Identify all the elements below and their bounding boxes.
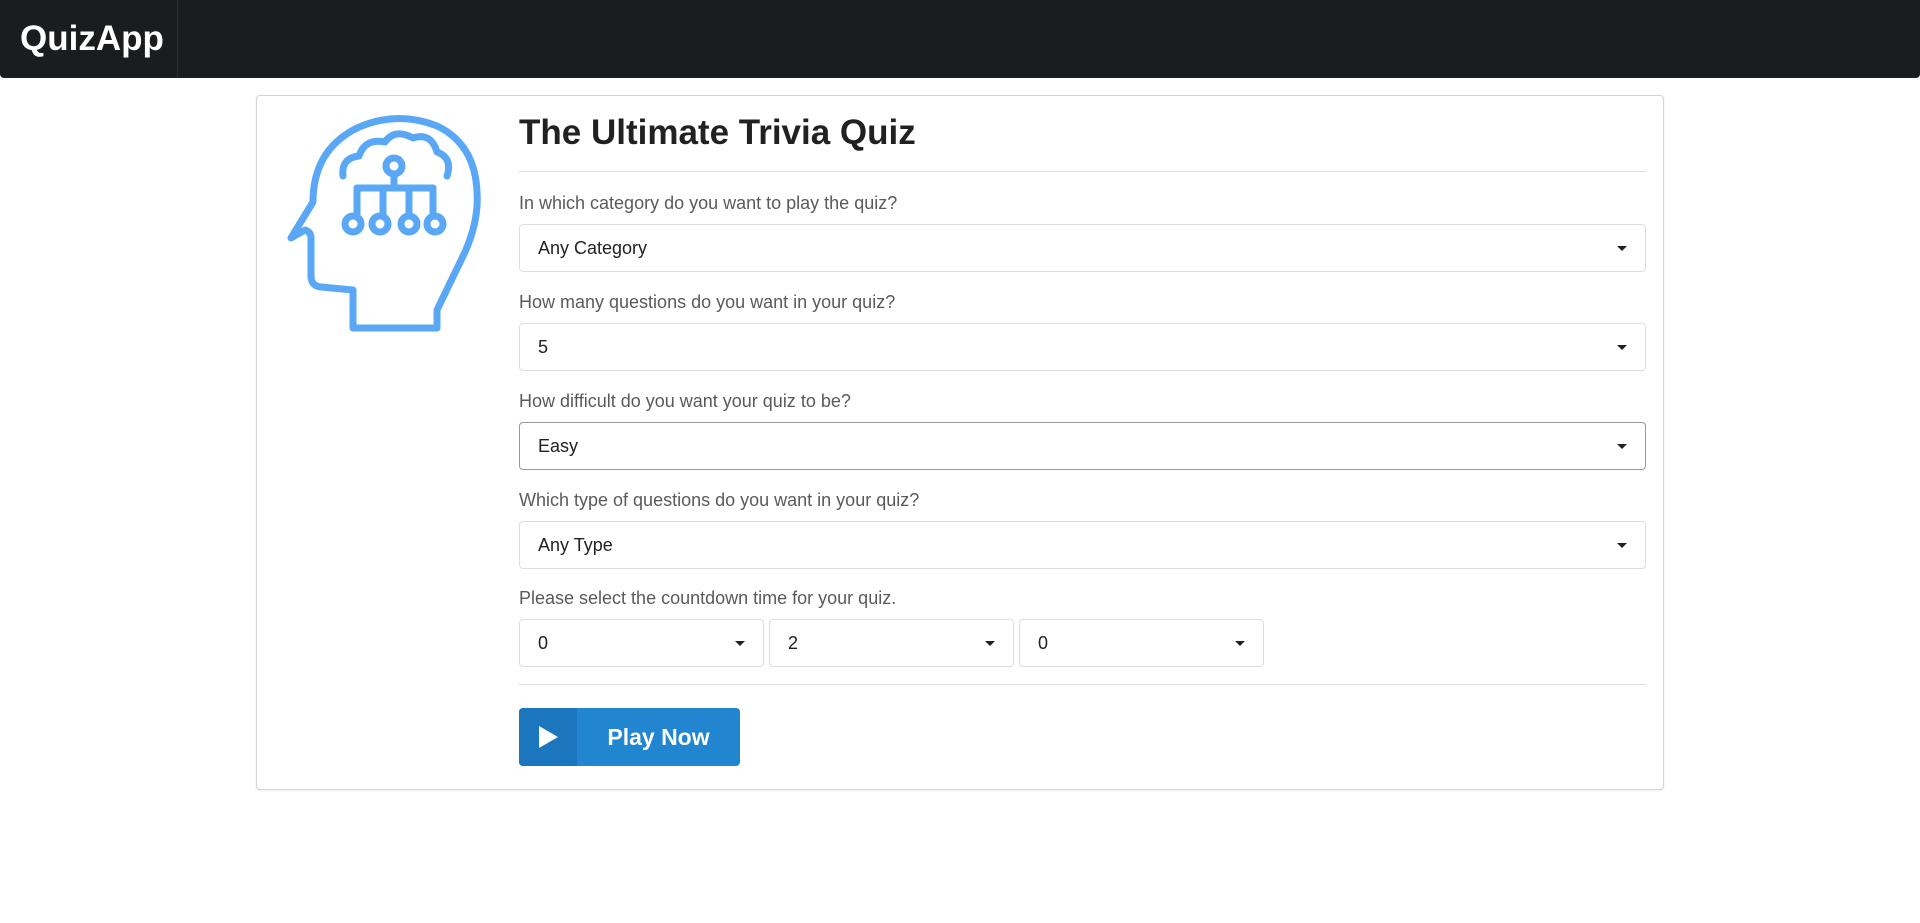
caret-down-icon — [1235, 640, 1245, 646]
brand-link[interactable]: QuizApp — [0, 0, 178, 78]
countdown-minutes-value: 2 — [788, 632, 799, 653]
question-type-value: Any Type — [538, 534, 613, 555]
caret-down-icon — [1617, 245, 1627, 251]
difficulty-select[interactable]: Easy — [519, 422, 1646, 470]
countdown-seconds-value: 0 — [1038, 632, 1049, 653]
top-navbar: QuizApp — [0, 0, 1920, 78]
title-divider — [519, 171, 1646, 172]
category-label: In which category do you want to play th… — [519, 193, 898, 213]
category-select[interactable]: Any Category — [519, 224, 1646, 272]
brain-head-icon — [287, 115, 481, 332]
question-count-value: 5 — [538, 336, 549, 357]
caret-down-icon — [1617, 542, 1627, 548]
caret-down-icon — [735, 640, 745, 646]
play-icon — [519, 708, 577, 766]
play-now-label: Play Now — [607, 723, 710, 750]
category-select-value: Any Category — [538, 237, 648, 258]
countdown-seconds-select[interactable]: 0 — [1019, 619, 1264, 667]
play-now-button[interactable]: Play Now — [519, 708, 740, 766]
form-divider — [519, 684, 1646, 685]
difficulty-value: Easy — [538, 435, 579, 456]
difficulty-label: How difficult do you want your quiz to b… — [519, 391, 851, 411]
caret-down-icon — [1617, 443, 1627, 449]
question-count-label: How many questions do you want in your q… — [519, 292, 896, 312]
countdown-hours-value: 0 — [538, 632, 549, 653]
question-count-select[interactable]: 5 — [519, 323, 1646, 371]
caret-down-icon — [1617, 344, 1627, 350]
countdown-minutes-select[interactable]: 2 — [769, 619, 1014, 667]
countdown-hours-select[interactable]: 0 — [519, 619, 764, 667]
countdown-label: Please select the countdown time for you… — [519, 588, 897, 608]
question-type-label: Which type of questions do you want in y… — [519, 490, 920, 510]
question-type-select[interactable]: Any Type — [519, 521, 1646, 569]
caret-down-icon — [985, 640, 995, 646]
page-title: The Ultimate Trivia Quiz — [519, 113, 916, 152]
